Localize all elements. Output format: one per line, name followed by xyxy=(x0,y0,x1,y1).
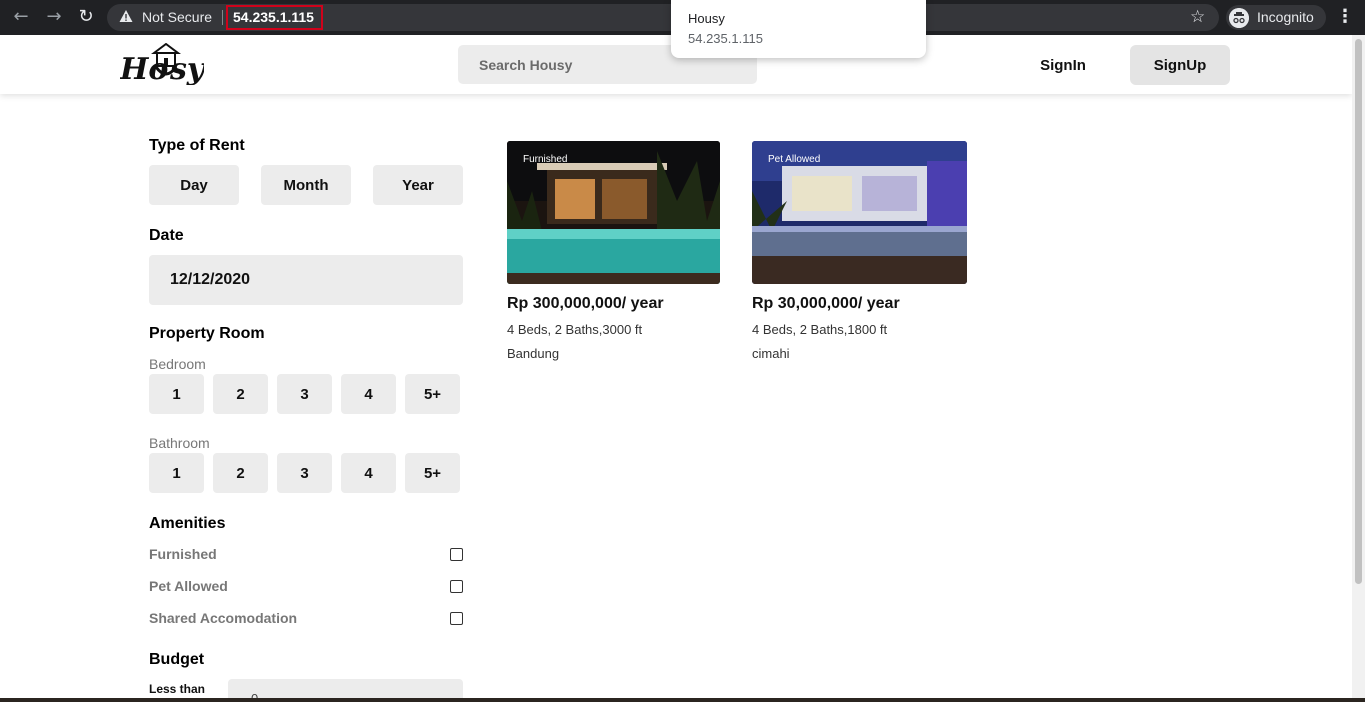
omnibox-divider xyxy=(222,10,223,25)
amenities-title: Amenities xyxy=(149,515,226,532)
listing-image-1[interactable]: Furnished xyxy=(507,141,720,284)
bathroom-option-5plus[interactable]: 5+ xyxy=(405,453,460,493)
security-label[interactable]: Not Secure xyxy=(142,9,212,25)
svg-text:Ho: Ho xyxy=(120,52,168,85)
listing-tag-2: Pet Allowed xyxy=(768,154,821,165)
budget-less-than-label: Less than xyxy=(149,682,206,696)
listing-image-2[interactable]: Pet Allowed xyxy=(752,141,967,284)
signin-button[interactable]: SignIn xyxy=(1020,45,1106,85)
amenity-furnished-label: Furnished xyxy=(149,546,217,562)
back-arrow-icon[interactable]: ← xyxy=(10,6,32,28)
more-menu-icon[interactable]: ⋮ xyxy=(1336,6,1354,27)
listing-price-2: Rp 30,000,000/ year xyxy=(752,295,900,312)
listing-city-1: Bandung xyxy=(507,346,560,361)
bedroom-option-1[interactable]: 1 xyxy=(149,374,204,414)
scrollbar-thumb[interactable] xyxy=(1355,39,1362,584)
amenity-pet-allowed-label: Pet Allowed xyxy=(149,578,228,594)
bathroom-label: Bathroom xyxy=(149,435,210,451)
listing-tag-1: Furnished xyxy=(523,154,568,165)
bookmark-star-icon[interactable]: ☆ xyxy=(1190,7,1205,27)
budget-value: 0 xyxy=(251,691,258,698)
type-of-rent-title: Type of Rent xyxy=(149,137,245,154)
rent-year-button[interactable]: Year xyxy=(373,165,463,205)
tooltip-url: 54.235.1.115 xyxy=(688,31,763,46)
bedroom-option-4[interactable]: 4 xyxy=(341,374,396,414)
amenity-furnished-checkbox[interactable] xyxy=(450,548,463,561)
listing-specs-1: 4 Beds, 2 Baths,3000 ft xyxy=(507,322,643,337)
bottom-edge xyxy=(0,698,1365,702)
amenity-shared-checkbox[interactable] xyxy=(450,612,463,625)
bathroom-option-3[interactable]: 3 xyxy=(277,453,332,493)
page-content: Ho sy SignIn SignUp Type of Rent Day Mon… xyxy=(0,35,1352,698)
amenity-shared-label: Shared Accomodation xyxy=(149,610,298,626)
incognito-icon xyxy=(1229,8,1249,28)
incognito-label: Incognito xyxy=(1257,9,1314,25)
bedroom-option-5plus[interactable]: 5+ xyxy=(405,374,460,414)
page-scrollbar[interactable] xyxy=(1352,35,1365,698)
housy-logo[interactable]: Ho sy xyxy=(120,43,204,85)
forward-arrow-icon[interactable]: → xyxy=(43,6,65,28)
signup-button[interactable]: SignUp xyxy=(1130,45,1230,85)
rent-month-button[interactable]: Month xyxy=(261,165,351,205)
budget-input[interactable] xyxy=(228,679,463,698)
rent-day-button[interactable]: Day xyxy=(149,165,239,205)
property-room-title: Property Room xyxy=(149,325,265,342)
listing-city-2: cimahi xyxy=(752,346,790,361)
amenity-pet-allowed-checkbox[interactable] xyxy=(450,580,463,593)
budget-title: Budget xyxy=(149,651,205,668)
date-title: Date xyxy=(149,227,184,244)
bathroom-option-4[interactable]: 4 xyxy=(341,453,396,493)
url-text[interactable]: 54.235.1.115 xyxy=(233,9,314,25)
reload-icon[interactable]: ↻ xyxy=(75,6,97,28)
listing-specs-2: 4 Beds, 2 Baths,1800 ft xyxy=(752,322,888,337)
listing-price-1: Rp 300,000,000/ year xyxy=(507,295,664,312)
bedroom-option-3[interactable]: 3 xyxy=(277,374,332,414)
date-input[interactable] xyxy=(149,255,463,305)
bedroom-label: Bedroom xyxy=(149,356,206,372)
bathroom-option-2[interactable]: 2 xyxy=(213,453,268,493)
tab-hover-tooltip: Housy 54.235.1.115 xyxy=(671,0,926,58)
tooltip-title: Housy xyxy=(688,11,725,26)
bathroom-option-1[interactable]: 1 xyxy=(149,453,204,493)
warning-icon xyxy=(119,10,133,22)
bedroom-option-2[interactable]: 2 xyxy=(213,374,268,414)
